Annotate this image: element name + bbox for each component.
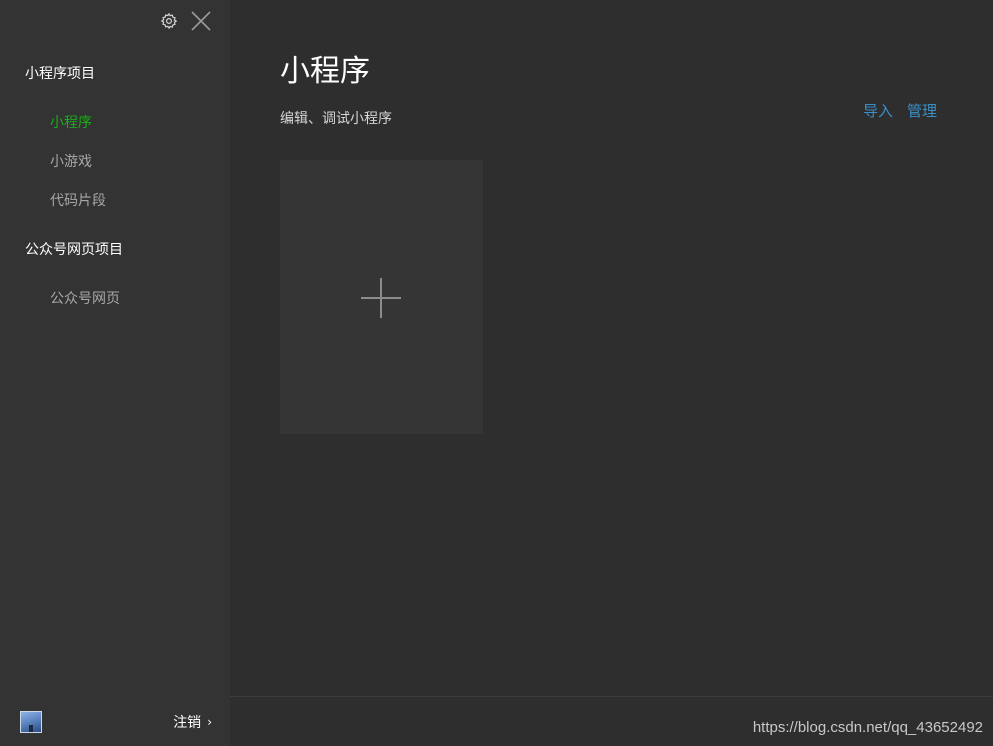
sidebar-footer: 注销 › (0, 696, 230, 746)
page-title: 小程序 (280, 54, 370, 89)
new-project-card[interactable] (280, 160, 483, 434)
import-link[interactable]: 导入 (863, 100, 893, 121)
sidebar-item-miniprogram[interactable]: 小程序 (50, 112, 92, 132)
sidebar: 小程序项目 小程序 小游戏 代码片段 公众号网页项目 公众号网页 注销 › (0, 0, 230, 746)
logout-label: 注销 (173, 715, 202, 731)
chevron-right-icon: › (207, 715, 212, 729)
sidebar-item-minigame[interactable]: 小游戏 (50, 151, 92, 171)
window-controls (158, 10, 212, 32)
manage-link[interactable]: 管理 (907, 100, 937, 121)
app-window: 小程序项目 小程序 小游戏 代码片段 公众号网页项目 公众号网页 注销 › 小程… (0, 0, 993, 746)
sidebar-item-official-account-webpage[interactable]: 公众号网页 (50, 288, 120, 308)
close-icon[interactable] (190, 10, 212, 32)
section-title-miniprogram-projects: 小程序项目 (25, 66, 95, 82)
main-footer: https://blog.csdn.net/qq_43652492 (230, 696, 993, 746)
page-subtitle: 编辑、调试小程序 (280, 111, 392, 127)
logout-button[interactable]: 注销 › (173, 712, 212, 732)
avatar[interactable] (20, 711, 42, 733)
main-panel: 小程序 编辑、调试小程序 导入 管理 https://blog.csdn.net… (230, 0, 993, 746)
plus-icon (361, 278, 401, 318)
section-title-official-account-projects: 公众号网页项目 (25, 242, 123, 258)
sidebar-item-code-snippet[interactable]: 代码片段 (50, 190, 106, 210)
header-actions: 导入 管理 (863, 100, 937, 121)
gear-icon[interactable] (158, 10, 180, 32)
watermark-text: https://blog.csdn.net/qq_43652492 (752, 719, 983, 736)
